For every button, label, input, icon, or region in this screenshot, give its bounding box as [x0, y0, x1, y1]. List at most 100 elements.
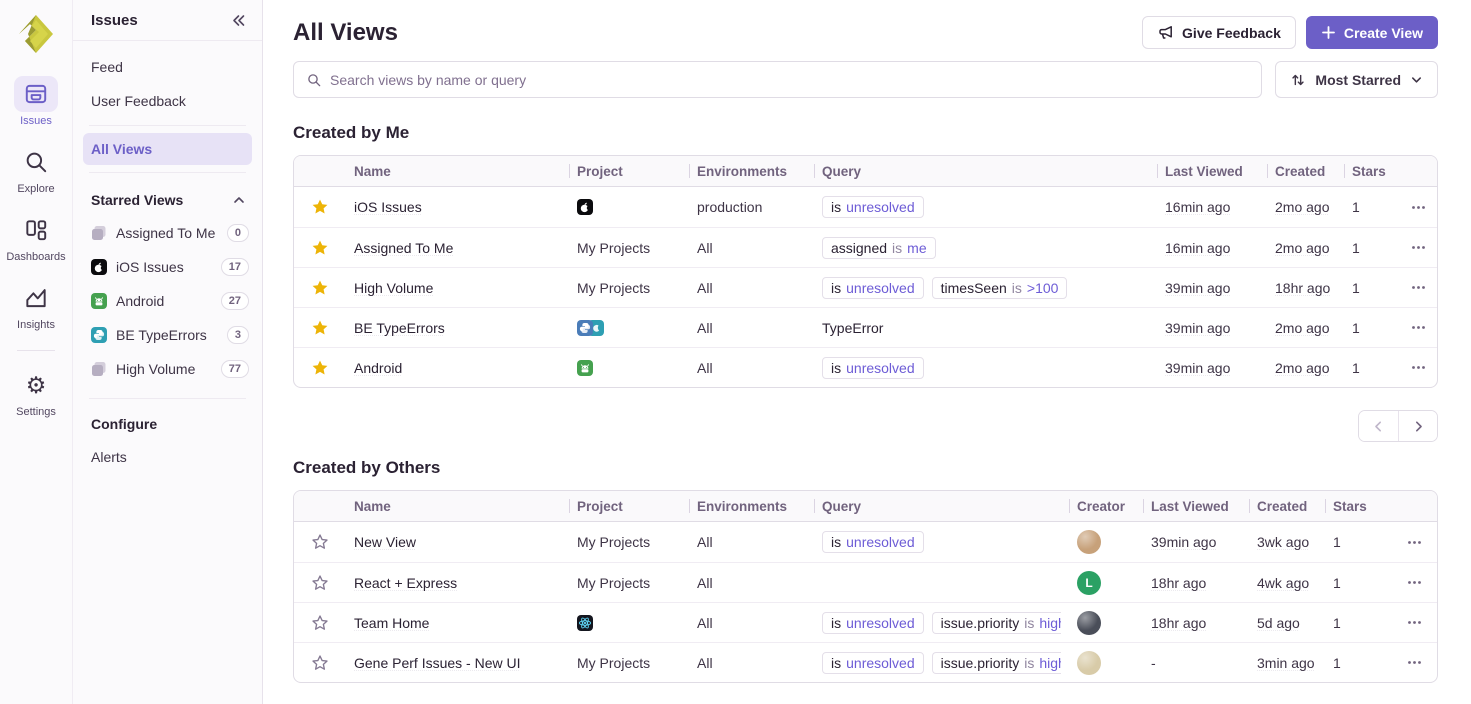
view-name-link[interactable]: New View — [354, 534, 416, 550]
project-cell: My Projects — [569, 280, 689, 296]
query-chip: isunresolved — [822, 531, 924, 553]
star-toggle[interactable] — [294, 279, 346, 297]
star-toggle[interactable] — [294, 533, 346, 551]
sidebar-item-all-views[interactable]: All Views — [83, 133, 252, 165]
divider — [89, 172, 246, 173]
row-menu-button[interactable] — [1399, 614, 1429, 631]
row-menu-button[interactable] — [1399, 654, 1429, 671]
created-value: 5d ago — [1257, 615, 1300, 631]
query-cell: assignedisme — [814, 237, 1157, 259]
star-toggle[interactable] — [294, 614, 346, 632]
row-menu-cell — [1391, 654, 1437, 671]
sidebar-starred-view[interactable]: Android27 — [73, 284, 262, 318]
star-outline-icon — [311, 533, 329, 551]
last-viewed-value: 39min ago — [1151, 534, 1216, 550]
created-by-others-heading: Created by Others — [293, 458, 1438, 478]
star-toggle[interactable] — [294, 654, 346, 672]
environment-label: All — [697, 534, 713, 550]
view-name-link[interactable]: Team Home — [354, 615, 429, 631]
view-name-link[interactable]: React + Express — [354, 575, 457, 591]
row-menu-button[interactable] — [1399, 534, 1429, 551]
divider — [89, 125, 246, 126]
row-menu-button[interactable] — [1407, 359, 1429, 376]
sidebar-starred-view[interactable]: High Volume77 — [73, 352, 262, 386]
project-label: My Projects — [577, 575, 650, 591]
view-icon — [91, 225, 107, 241]
query-chip: isunresolved — [822, 612, 924, 634]
megaphone-icon — [1157, 24, 1174, 41]
column-header: Creator — [1069, 499, 1143, 514]
rail-item-issues[interactable]: Issues — [14, 76, 58, 127]
table-row: Assigned To MeMy ProjectsAllassignedisme… — [294, 227, 1437, 267]
query-chips: isunresolvedtimesSeenis>100 — [822, 277, 1149, 299]
create-view-button[interactable]: Create View — [1306, 16, 1438, 49]
table-row: High VolumeMy ProjectsAllisunresolvedtim… — [294, 267, 1437, 307]
page-title: All Views — [293, 19, 398, 47]
view-name-link[interactable]: iOS Issues — [354, 199, 422, 215]
rail-label: Insights — [17, 319, 55, 331]
star-toggle[interactable] — [294, 319, 346, 337]
query-operator: is — [1024, 655, 1034, 671]
sentry-logo[interactable] — [15, 12, 57, 56]
row-menu-button[interactable] — [1407, 319, 1429, 336]
chevron-up-icon[interactable] — [232, 193, 246, 207]
sidebar-starred-view[interactable]: iOS Issues17 — [73, 250, 262, 284]
rail-label: Explore — [17, 183, 54, 195]
star-toggle[interactable] — [294, 239, 346, 257]
sidebar-item-alerts[interactable]: Alerts — [73, 440, 262, 474]
starred-view-label: BE TypeErrors — [116, 327, 218, 343]
row-menu-button[interactable] — [1407, 239, 1429, 256]
stars-cell: 1 — [1325, 655, 1391, 671]
insights-icon — [14, 280, 58, 316]
created-value: 4wk ago — [1257, 575, 1309, 591]
views-search — [293, 61, 1262, 98]
sidebar-item-feed[interactable]: Feed — [73, 50, 262, 84]
view-name-link[interactable]: Gene Perf Issues - New UI — [354, 655, 521, 671]
query-value: unresolved — [846, 360, 915, 376]
view-name-link[interactable]: Android — [354, 360, 402, 376]
last-viewed-cell: - — [1143, 655, 1249, 671]
view-name-link[interactable]: BE TypeErrors — [354, 320, 445, 336]
sidebar-starred-view[interactable]: BE TypeErrors3 — [73, 318, 262, 352]
created-by-others-table: NameProjectEnvironmentsQueryCreatorLast … — [293, 490, 1438, 683]
query-cell: isunresolved — [814, 531, 1069, 553]
starred-view-label: Android — [116, 293, 212, 309]
next-page-button[interactable] — [1398, 411, 1437, 441]
divider — [89, 398, 246, 399]
environments-cell: All — [689, 240, 814, 256]
row-menu-cell — [1391, 534, 1437, 551]
search-icon — [306, 72, 322, 88]
sort-dropdown[interactable]: Most Starred — [1275, 61, 1438, 98]
give-feedback-button[interactable]: Give Feedback — [1142, 16, 1296, 49]
query-value: unresolved — [846, 199, 915, 215]
apple-project-icon — [91, 259, 107, 275]
rail-item-dashboards[interactable]: Dashboards — [6, 212, 65, 263]
row-menu-button[interactable] — [1407, 199, 1429, 216]
last-viewed-cell: 39min ago — [1157, 280, 1267, 296]
query-key: issue.priority — [941, 655, 1020, 671]
collapse-sidebar-icon[interactable] — [230, 12, 247, 29]
star-toggle[interactable] — [294, 198, 346, 216]
environments-cell: All — [689, 534, 814, 550]
rail-item-explore[interactable]: Explore — [14, 144, 58, 195]
row-menu-button[interactable] — [1399, 574, 1429, 591]
view-name-link[interactable]: Assigned To Me — [354, 240, 453, 256]
last-viewed-value: 18hr ago — [1151, 575, 1206, 591]
view-name-cell: BE TypeErrors — [346, 320, 569, 336]
query-key: is — [831, 655, 841, 671]
column-header: Query — [814, 499, 1069, 514]
sidebar-item-user-feedback[interactable]: User Feedback — [73, 84, 262, 118]
star-toggle[interactable] — [294, 359, 346, 377]
row-menu-button[interactable] — [1407, 279, 1429, 296]
rail-item-settings[interactable]: ⚙ Settings — [14, 367, 58, 418]
star-toggle[interactable] — [294, 574, 346, 592]
previous-page-button[interactable] — [1359, 411, 1398, 441]
last-viewed-value: 16min ago — [1165, 199, 1230, 215]
sidebar-starred-view[interactable]: Assigned To Me0 — [73, 216, 262, 250]
rail-item-insights[interactable]: Insights — [14, 280, 58, 331]
view-name-link[interactable]: High Volume — [354, 280, 433, 296]
created-by-me-heading: Created by Me — [293, 123, 1438, 143]
search-input[interactable] — [330, 72, 1249, 88]
row-menu-cell — [1391, 614, 1437, 631]
environment-label: All — [697, 655, 713, 671]
